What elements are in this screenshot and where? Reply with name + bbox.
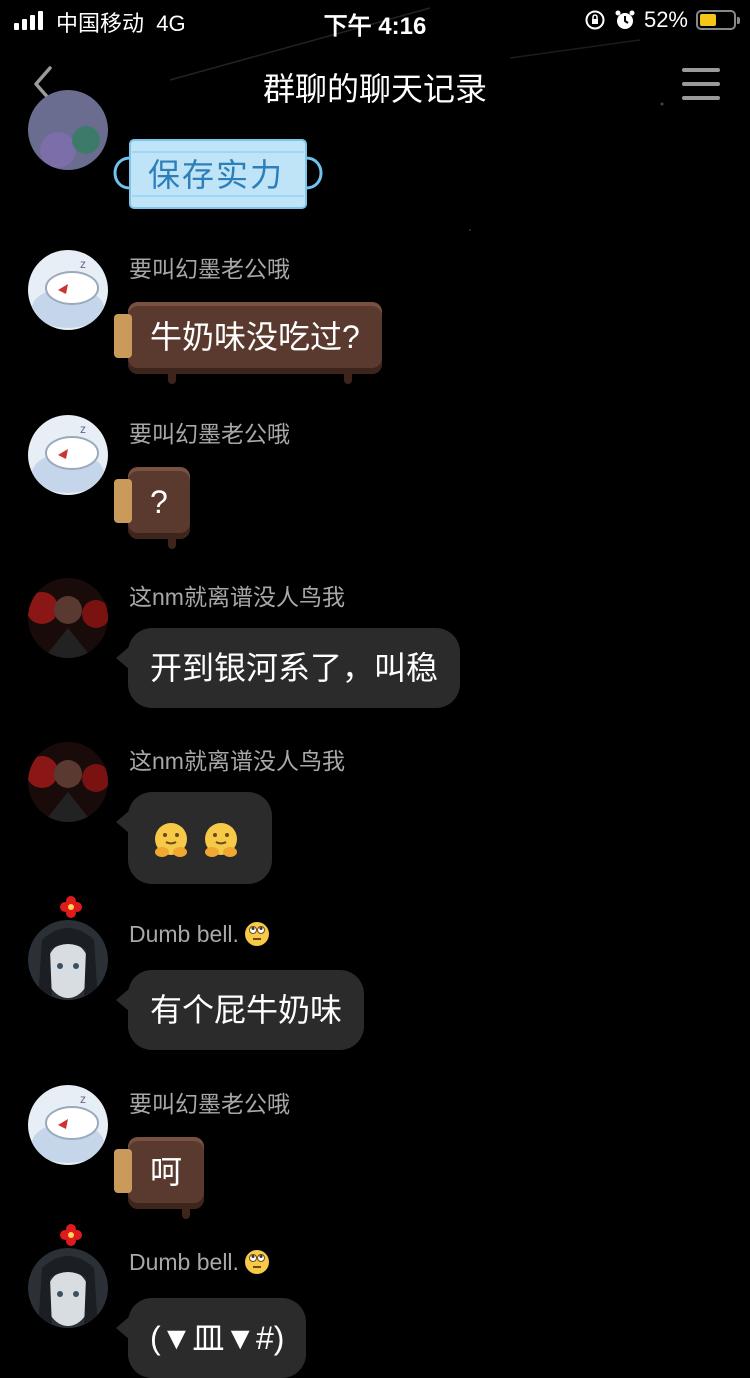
nav-bar: 群聊的聊天记录 — [0, 42, 750, 130]
status-bar: 中国移动 4G 下午 4:16 52% — [0, 0, 750, 42]
avatar[interactable]: z — [28, 250, 108, 330]
hamburger-menu-icon[interactable] — [682, 68, 720, 102]
sender-name: 这nm就离谱没人鸟我 — [129, 584, 345, 610]
sender-name: Dumb bell. — [129, 920, 271, 948]
message-bubble[interactable]: (▼皿▼#) — [116, 1298, 307, 1378]
sender-name: 要叫幻墨老公哦 — [129, 1091, 290, 1117]
hug-face-emoji — [205, 822, 237, 857]
sender-name: Dumb bell. — [129, 1248, 271, 1276]
alarm-icon — [614, 9, 636, 31]
avatar[interactable] — [28, 90, 108, 170]
hug-face-emoji — [155, 822, 187, 857]
avatar[interactable] — [28, 920, 108, 1000]
message-text: 开到银河系了，叫稳 — [150, 650, 439, 686]
eye-roll-emoji — [244, 922, 269, 946]
message-text: 呵 — [150, 1154, 183, 1190]
sender-name: 要叫幻墨老公哦 — [129, 256, 290, 282]
sender-name: 要叫幻墨老公哦 — [129, 421, 290, 447]
page-title: 群聊的聊天记录 — [262, 71, 487, 107]
svg-text:z: z — [80, 1092, 86, 1106]
svg-text:z: z — [80, 257, 86, 271]
flower-badge-icon — [60, 1224, 82, 1246]
avatar[interactable]: z — [28, 415, 108, 495]
avatar[interactable]: z — [28, 1085, 108, 1165]
sticker-text: 保存实力 — [148, 157, 285, 193]
message-bubble[interactable]: 牛奶味没吃过? — [114, 302, 382, 384]
sender-name: 这nm就离谱没人鸟我 — [129, 748, 345, 774]
message-text: (▼皿▼#) — [150, 1320, 285, 1356]
message-text: ? — [150, 484, 168, 520]
message-text: 牛奶味没吃过? — [150, 319, 360, 355]
rotation-lock-icon — [584, 9, 606, 31]
message-text: 有个屁牛奶味 — [150, 992, 343, 1028]
avatar[interactable] — [28, 578, 108, 658]
message-bubble[interactable]: ? — [114, 467, 190, 549]
avatar[interactable] — [28, 742, 108, 822]
message-bubble[interactable]: 有个屁牛奶味 — [116, 970, 365, 1050]
message-sticker[interactable]: 保存实力 — [110, 138, 326, 210]
message-bubble[interactable] — [116, 792, 272, 884]
avatar[interactable] — [28, 1248, 108, 1328]
battery-icon — [696, 10, 740, 30]
message-bubble[interactable]: 呵 — [114, 1137, 205, 1219]
eye-roll-emoji — [244, 1250, 269, 1274]
flower-badge-icon — [60, 896, 82, 918]
battery-percent: 52% — [643, 7, 688, 32]
svg-text:z: z — [80, 422, 86, 436]
message-bubble[interactable]: 开到银河系了，叫稳 — [116, 628, 461, 708]
